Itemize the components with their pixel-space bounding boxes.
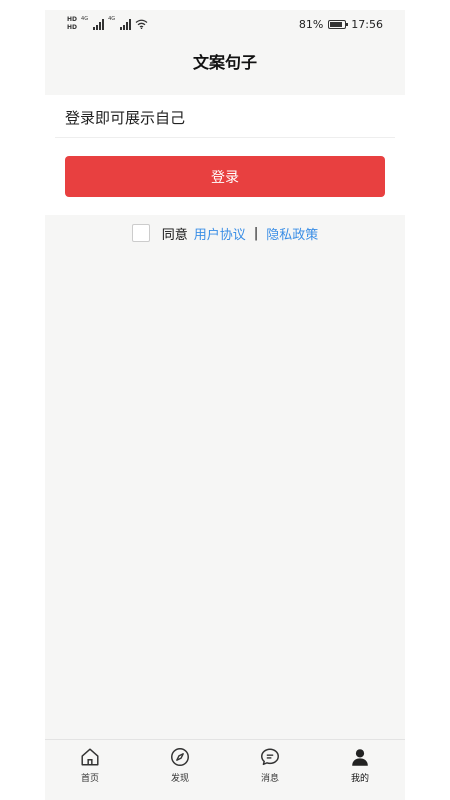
agreement-separator: |	[253, 225, 259, 241]
nav-label-me: 我的	[350, 774, 369, 784]
hd-indicator: HD HD	[67, 16, 77, 31]
hd-bottom-label: HD	[67, 24, 78, 31]
user-agreement-link[interactable]: 用户协议	[194, 224, 246, 243]
title-bar: 文案句子	[45, 40, 405, 95]
chat-icon	[261, 748, 279, 766]
wifi-icon	[135, 19, 148, 29]
network-type-1: 4G	[81, 16, 89, 22]
signal-icon-2	[120, 18, 132, 30]
signal-icon	[93, 18, 105, 30]
prompt-row: 登录即可展示自己	[55, 95, 395, 138]
bottom-nav: 首页 发现 消息 我的	[45, 739, 405, 800]
login-panel: 登录即可展示自己 登录	[45, 95, 405, 215]
battery-percent: 81%	[298, 18, 324, 31]
agree-checkbox[interactable]	[131, 224, 150, 242]
network-type-2: 4G	[108, 16, 116, 22]
nav-item-discover[interactable]: 发现	[135, 740, 225, 800]
nav-item-messages[interactable]: 消息	[225, 740, 315, 800]
login-prompt: 登录即可展示自己	[65, 109, 186, 127]
agree-label: 同意	[161, 227, 188, 243]
clock: 17:56	[351, 18, 383, 31]
status-right: 81% 17:56	[299, 18, 383, 31]
hd-top-label: HD	[67, 16, 78, 23]
nav-label-discover: 发现	[170, 774, 189, 784]
nav-label-messages: 消息	[260, 774, 279, 784]
login-button[interactable]: 登录	[65, 156, 385, 197]
status-left: HD HD 4G 4G	[67, 16, 148, 31]
compass-icon	[171, 748, 189, 766]
nav-item-home[interactable]: 首页	[45, 740, 135, 800]
battery-icon	[328, 20, 349, 29]
phone-screen: HD HD 4G 4G 81% 17:56 文案句子 登录即可展示自己 登录 同…	[45, 10, 405, 800]
home-icon	[81, 748, 99, 766]
battery-fill	[330, 22, 342, 27]
status-bar: HD HD 4G 4G 81% 17:56	[45, 10, 405, 40]
agreement-row: 同意 用户协议 | 隐私政策	[45, 223, 405, 243]
nav-label-home: 首页	[80, 774, 99, 784]
privacy-policy-link[interactable]: 隐私政策	[266, 224, 318, 243]
person-icon	[352, 749, 368, 766]
page-title: 文案句子	[192, 53, 257, 72]
nav-item-me[interactable]: 我的	[315, 740, 405, 800]
